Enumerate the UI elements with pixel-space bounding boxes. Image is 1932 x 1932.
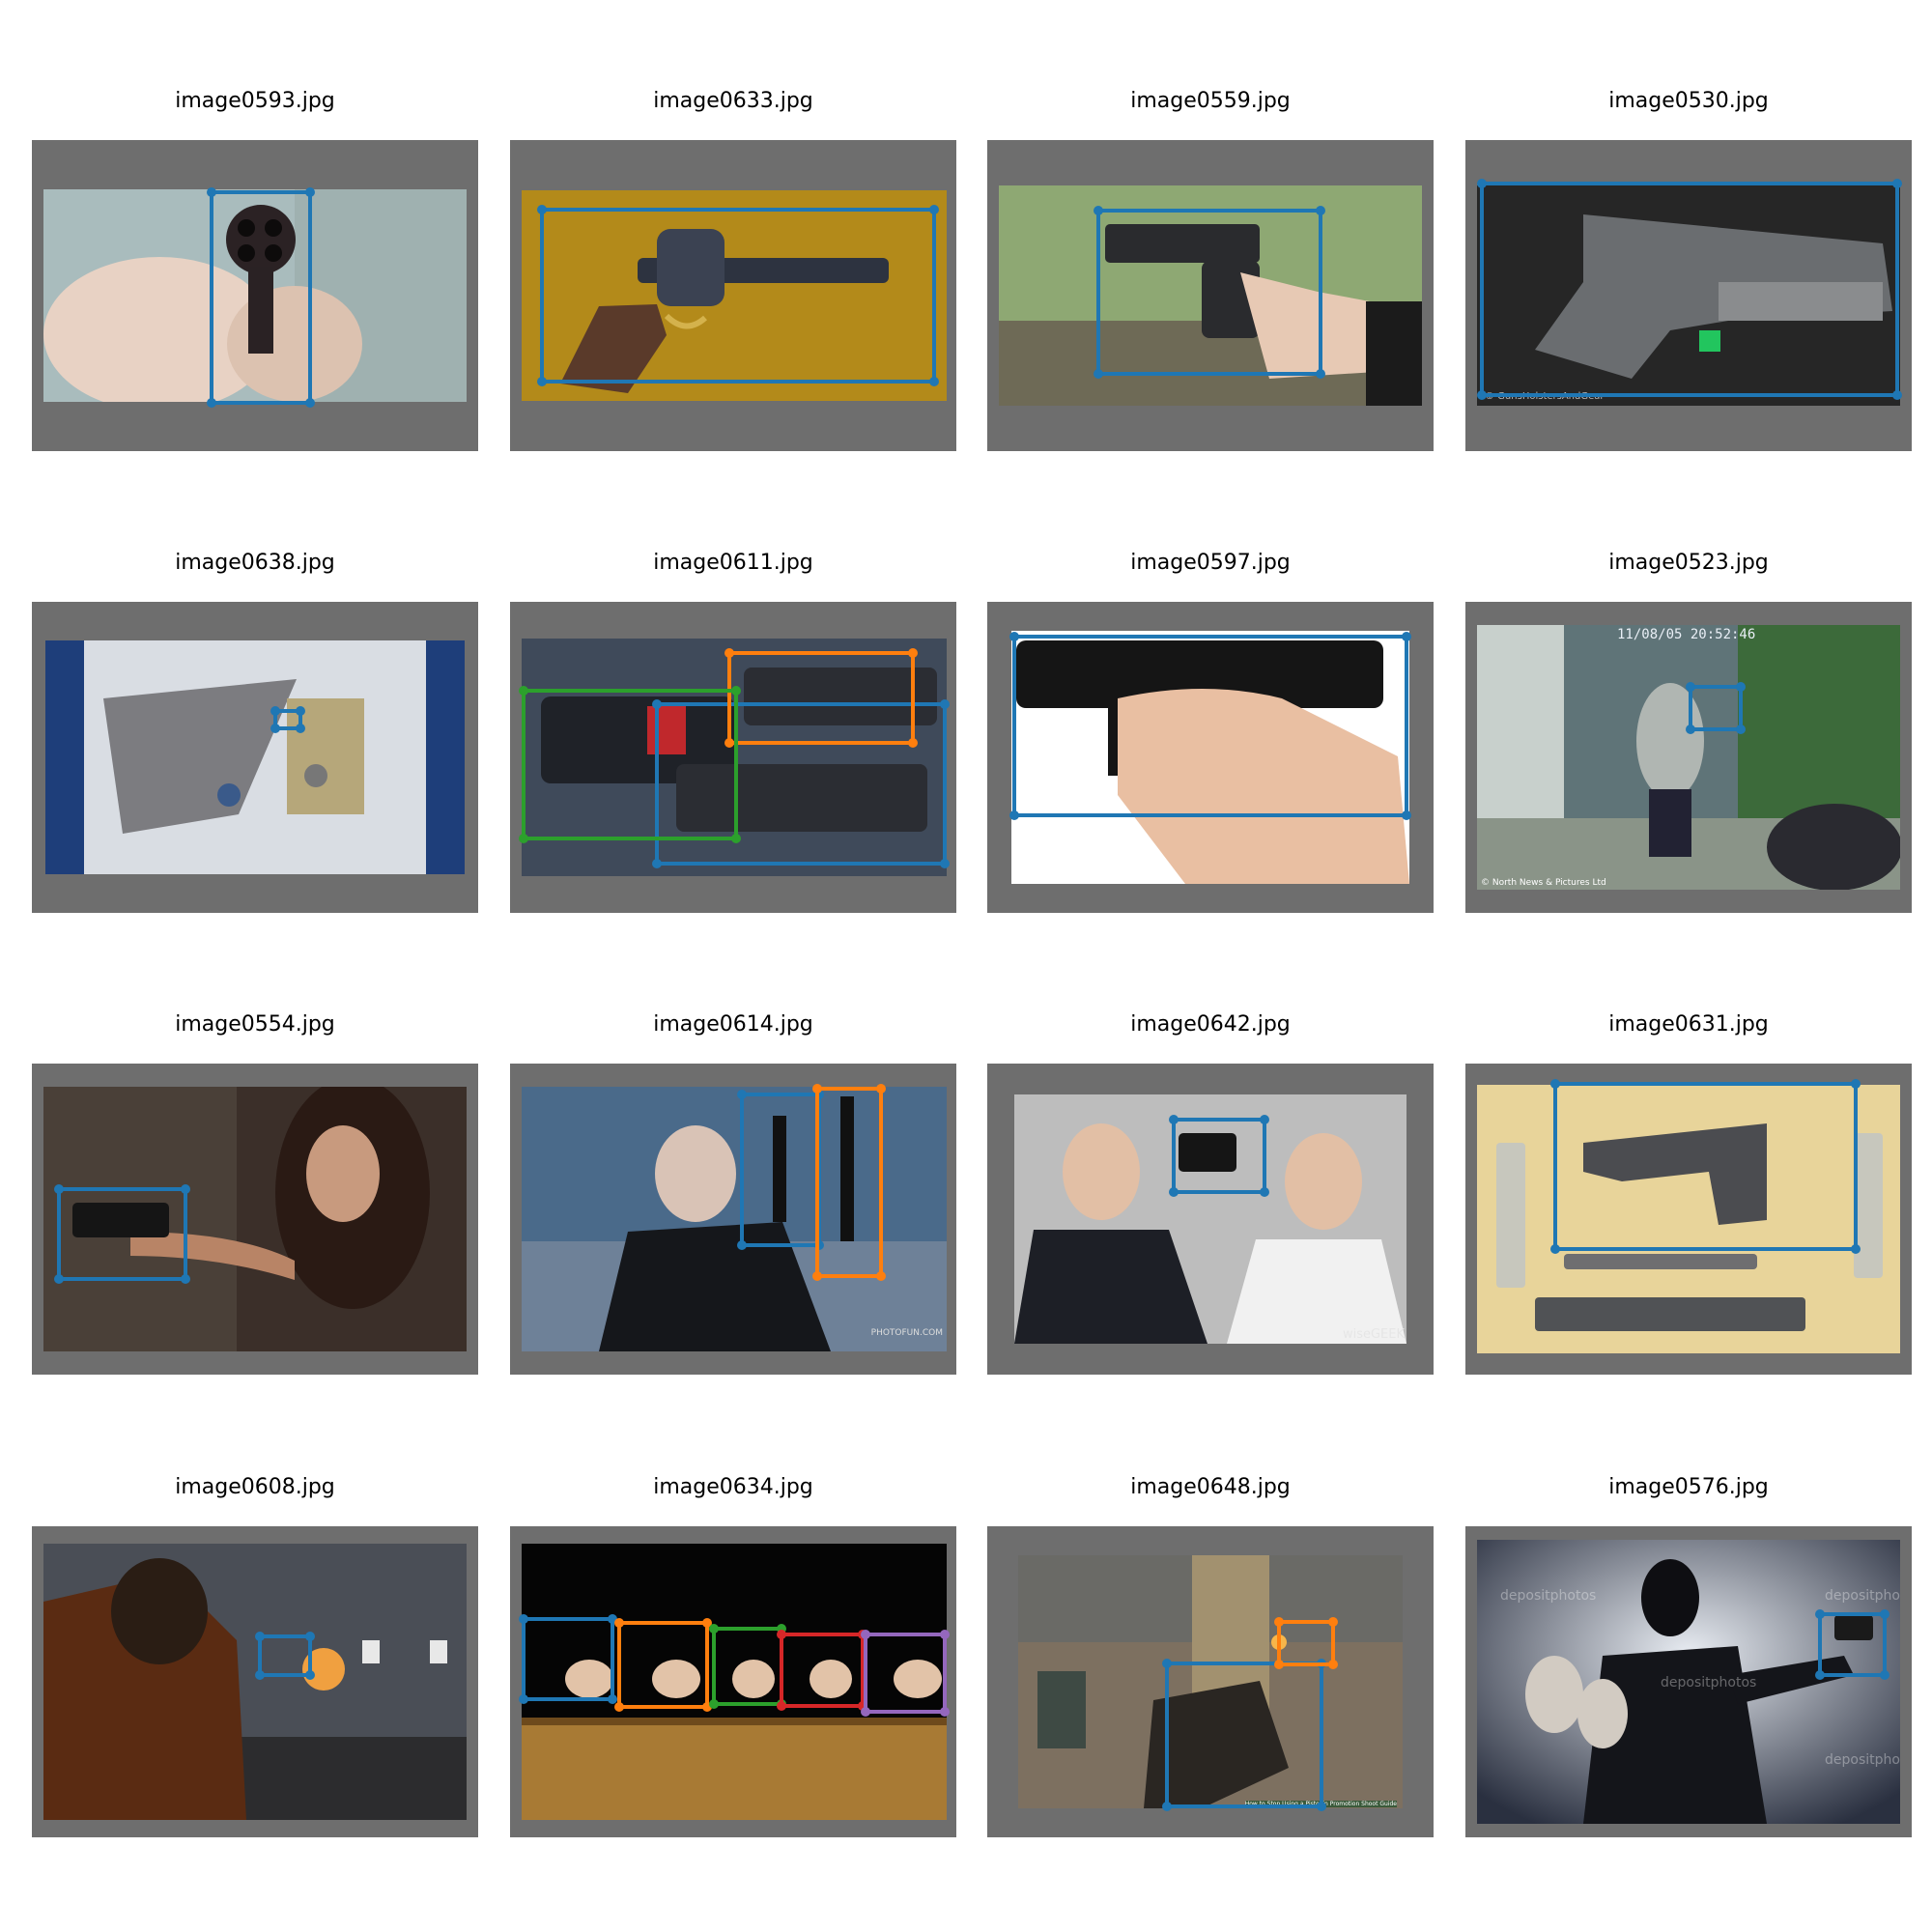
- bounding-boxes: [1169, 1115, 1269, 1197]
- panel-frame: [32, 1526, 478, 1837]
- panel-frame: [510, 140, 956, 451]
- panel-frame: [32, 1064, 478, 1375]
- panel-title: image0554.jpg: [175, 1012, 335, 1037]
- panel-frame: [32, 140, 478, 451]
- bounding-boxes: [1009, 632, 1411, 820]
- bounding-boxes: [270, 706, 305, 733]
- panel-title: image0634.jpg: [653, 1475, 813, 1499]
- bounding-boxes: [1815, 1609, 1889, 1680]
- panel-title: image0614.jpg: [653, 1012, 813, 1037]
- panel-frame: depositphotos depositphotos depositphoto…: [1465, 1526, 1912, 1837]
- panel-frame: 11/08/05 20:52:46 © North News & Picture…: [1465, 602, 1912, 913]
- panel-frame: © GunsHolstersAndGear: [1465, 140, 1912, 451]
- panel-title: image0642.jpg: [1130, 1012, 1291, 1037]
- bounding-boxes: [1686, 682, 1746, 734]
- panel-title: image0638.jpg: [175, 551, 335, 575]
- panel-title: image0633.jpg: [653, 89, 813, 113]
- panel-title: image0559.jpg: [1130, 89, 1291, 113]
- panel-frame: [510, 1526, 956, 1837]
- bounding-boxes: [54, 1184, 190, 1284]
- panel-frame: [987, 602, 1434, 913]
- panel-title: image0530.jpg: [1608, 89, 1769, 113]
- bounding-boxes: [519, 648, 950, 868]
- bounding-boxes: [1162, 1617, 1338, 1811]
- panel-frame: PHOTOFUN.COM: [510, 1064, 956, 1375]
- panel-title: image0611.jpg: [653, 551, 813, 575]
- bounding-boxes: [737, 1084, 886, 1281]
- bounding-boxes: [255, 1632, 315, 1680]
- panel-frame: wiseGEEK: [987, 1064, 1434, 1375]
- panel-title: image0648.jpg: [1130, 1475, 1291, 1499]
- panel-frame: [32, 602, 478, 913]
- bounding-boxes: [1094, 206, 1325, 379]
- panel-title: image0608.jpg: [175, 1475, 335, 1499]
- bounding-boxes: [1550, 1079, 1861, 1254]
- bounding-boxes: [207, 187, 315, 408]
- panel-title: image0593.jpg: [175, 89, 335, 113]
- panel-title: image0576.jpg: [1608, 1475, 1769, 1499]
- bounding-boxes: [519, 1614, 950, 1717]
- panel-frame: [1465, 1064, 1912, 1375]
- panel-title: image0631.jpg: [1608, 1012, 1769, 1037]
- bounding-boxes: [1477, 179, 1902, 400]
- bounding-boxes: [537, 205, 939, 386]
- panel-frame: How to Stop Using a Pistol in Promotion …: [987, 1526, 1434, 1837]
- panel-title: image0597.jpg: [1130, 551, 1291, 575]
- panel-frame: [510, 602, 956, 913]
- panel-title: image0523.jpg: [1608, 551, 1769, 575]
- panel-frame: [987, 140, 1434, 451]
